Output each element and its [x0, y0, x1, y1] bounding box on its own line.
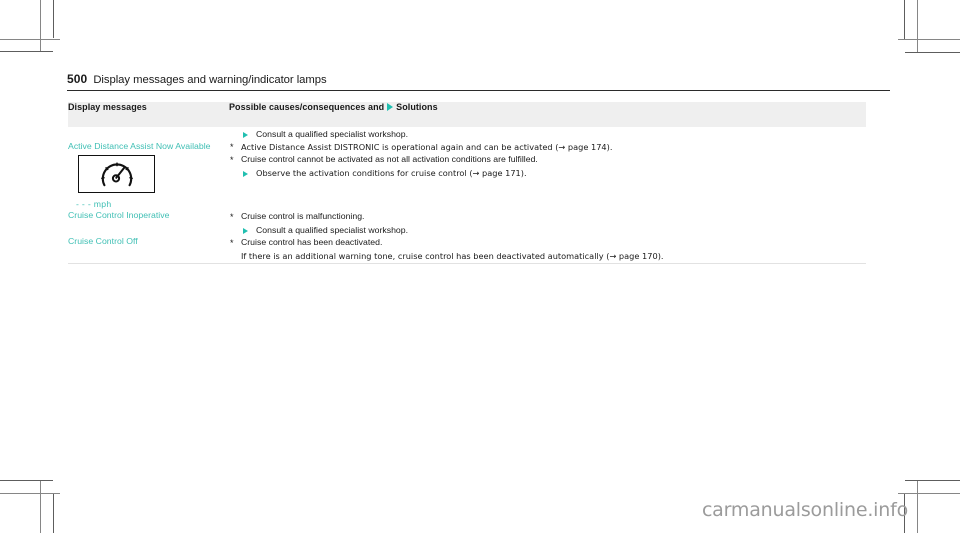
- cell-causes-solutions: * Active Distance Assist DISTRONIC is ope…: [229, 141, 866, 154]
- page-number: 500: [67, 72, 88, 86]
- watermark: carmanualsonline.info: [701, 499, 908, 521]
- table-row: - - - mph * Cruise control cannot be acti…: [68, 153, 866, 210]
- triangle-right-icon: [243, 227, 248, 234]
- running-title: Display messages and warning/indicator l…: [93, 74, 327, 86]
- cause-line: * Active Distance Assist DISTRONIC is ope…: [229, 141, 866, 154]
- table-row: Consult a qualified specialist workshop.: [68, 127, 866, 141]
- cell-display-message: Cruise Control Off: [68, 236, 229, 264]
- continuation-text: If there is an additional warning tone, …: [241, 251, 664, 261]
- table-row: Cruise Control Inoperative * Cruise contr…: [68, 210, 866, 236]
- asterisk-marker: *: [230, 211, 234, 222]
- display-messages-table: Display messages Possible causes/consequ…: [68, 102, 866, 264]
- display-message-text: Active Distance Assist Now Available: [68, 140, 211, 151]
- header-rule: [67, 90, 890, 91]
- triangle-right-icon: [387, 103, 394, 112]
- solution-line: Observe the activation conditions for cr…: [229, 167, 866, 180]
- display-message-text: Cruise Control Inoperative: [68, 210, 170, 220]
- running-header: 500 Display messages and warning/indicato…: [67, 72, 890, 87]
- cause-text: Cruise control has been deactivated.: [241, 237, 383, 247]
- display-message-text: Cruise Control Off: [68, 236, 138, 246]
- table-header-row: Display messages Possible causes/consequ…: [68, 102, 866, 127]
- cause-text: Active Distance Assist DISTRONIC is oper…: [241, 141, 613, 152]
- asterisk-marker: *: [230, 154, 234, 165]
- solution-text: Consult a qualified specialist workshop.: [256, 129, 409, 139]
- cell-display-message: [68, 127, 229, 141]
- continuation-line: If there is an additional warning tone, …: [229, 250, 866, 263]
- cause-text: Cruise control is malfunctioning.: [241, 211, 365, 221]
- solution-text: Observe the activation conditions for cr…: [256, 167, 527, 178]
- asterisk-marker: *: [230, 237, 234, 248]
- table-row: Cruise Control Off * Cruise control has b…: [68, 236, 866, 264]
- cell-causes-solutions: * Cruise control cannot be activated as n…: [229, 153, 866, 210]
- column-header-display-messages: Display messages: [68, 102, 229, 127]
- asterisk-marker: *: [230, 142, 234, 152]
- column-header-causes-solutions: Possible causes/consequences and Solution…: [229, 102, 866, 127]
- crop-mark-top-left: [0, 0, 60, 52]
- column-header-causes-text: Possible causes/consequences and: [229, 102, 385, 112]
- cell-causes-solutions: * Cruise control is malfunctioning. Consu…: [229, 210, 866, 236]
- table-row: Active Distance Assist Now Available * Ac…: [68, 141, 866, 154]
- solution-line: Consult a qualified specialist workshop.: [229, 224, 866, 237]
- cell-causes-solutions: Consult a qualified specialist workshop.: [229, 127, 866, 141]
- cause-text: Cruise control cannot be activated as no…: [241, 154, 538, 164]
- cell-display-message: - - - mph: [68, 153, 229, 210]
- speedometer-icon: [78, 155, 155, 193]
- cell-causes-solutions: * Cruise control has been deactivated. If…: [229, 236, 866, 264]
- crop-mark-bottom-left: [0, 480, 60, 533]
- solution-text: Consult a qualified specialist workshop.: [256, 224, 409, 235]
- crop-mark-top-right: [898, 0, 960, 53]
- cell-display-message: Active Distance Assist Now Available: [68, 141, 229, 154]
- triangle-right-icon: [243, 170, 248, 177]
- cause-line: * Cruise control has been deactivated.: [229, 236, 866, 249]
- lamp-caption: - - - mph: [76, 199, 112, 209]
- cause-line: * Cruise control is malfunctioning.: [229, 210, 866, 223]
- triangle-right-icon: [243, 132, 248, 138]
- cell-display-message: Cruise Control Inoperative: [68, 210, 229, 236]
- column-header-solutions-text: Solutions: [396, 102, 438, 112]
- cause-line: * Cruise control cannot be activated as n…: [229, 153, 866, 166]
- solution-line: Consult a qualified specialist workshop.: [229, 128, 866, 141]
